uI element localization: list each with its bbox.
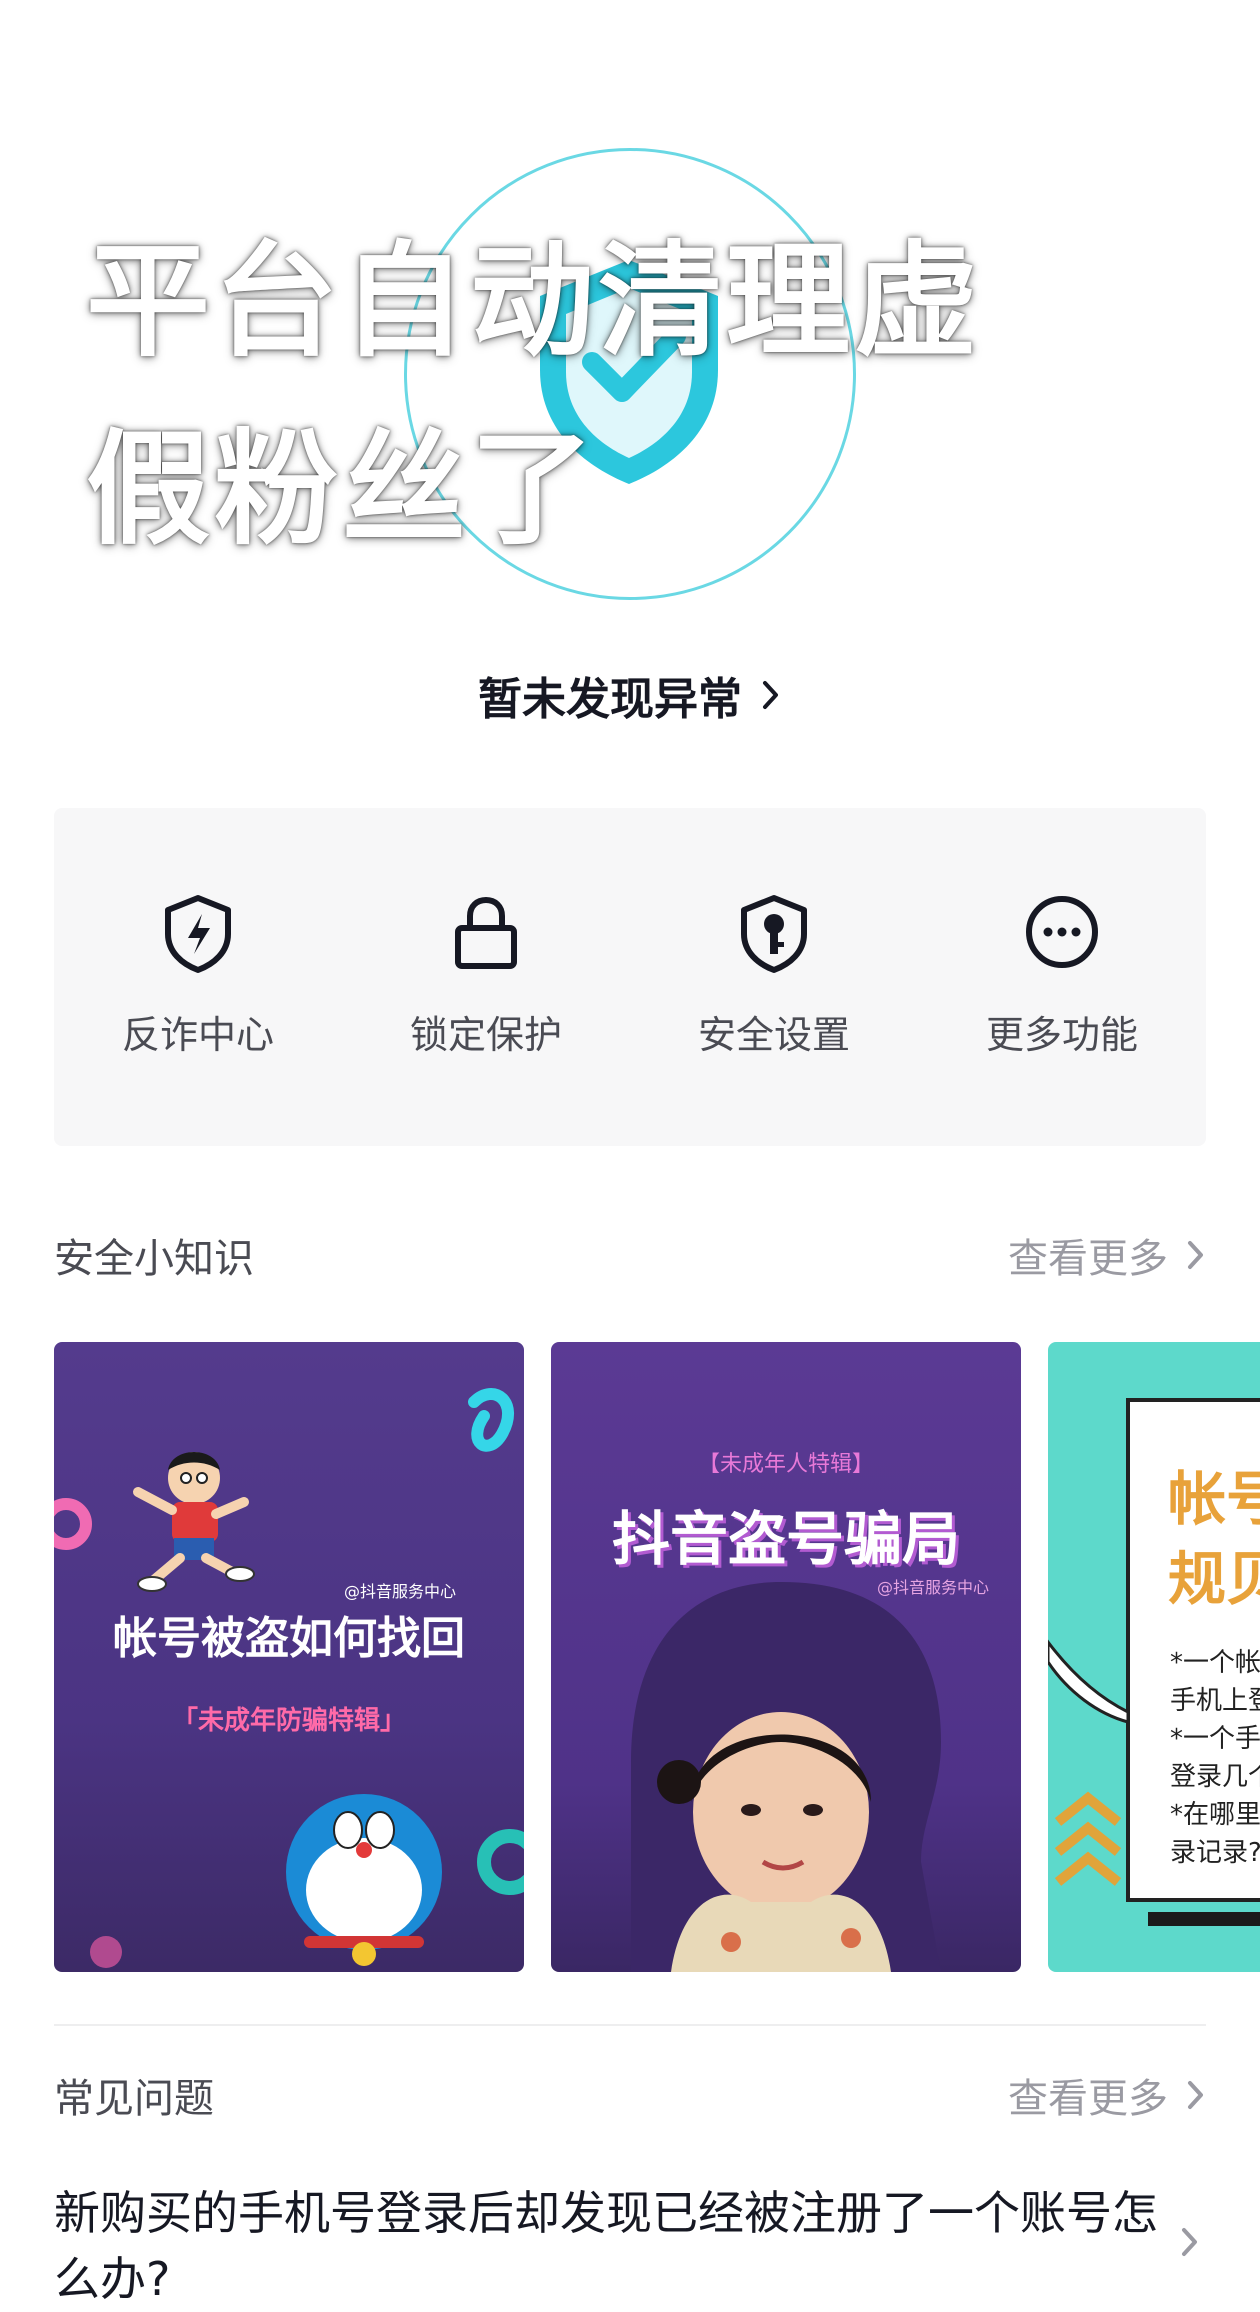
lock-icon [455, 896, 517, 969]
knowledge-card-partial[interactable]: 帐号 规贝 *一个帐 手机上登 *一个手 登录几个 *在哪里 录记录? [1048, 1342, 1260, 1972]
card-text-line: 登录几个 [1170, 1762, 1260, 1792]
key-shield-icon [741, 895, 807, 973]
card-text-line: 录记录? [1170, 1838, 1260, 1868]
knowledge-card-account-theft-scam[interactable]: 【未成年人特辑】 抖音盗号骗局 @抖音服务中心 [551, 1342, 1021, 1972]
chevron-right-icon [1188, 1241, 1203, 1269]
chevron-right-icon [763, 681, 778, 709]
knowledge-card-account-recovery[interactable]: @抖音服务中心 帐号被盗如何找回 「未成年防骗特辑」 [54, 1342, 524, 1972]
section-divider [54, 2024, 1206, 2026]
view-more-label: 查看更多 [1008, 2076, 1168, 2122]
lightning-shield-icon [165, 895, 231, 973]
card-text-line: *一个帐 [1170, 1648, 1260, 1678]
card-title-partial: 规贝 [1168, 1545, 1260, 1613]
status-text: 暂未发现异常 [478, 674, 742, 725]
quick-action-security-settings[interactable]: 安全设置 [630, 890, 918, 1059]
knowledge-view-more[interactable]: 查看更多 [1008, 1226, 1206, 1284]
card-illustration [631, 1582, 941, 1972]
quick-action-anti-fraud[interactable]: 反诈中心 [54, 890, 342, 1059]
section-title-faq: 常见问题 [54, 2076, 214, 2122]
card-title: 抖音盗号骗局 [611, 1505, 960, 1573]
overlay-caption-line2: 假粉丝了 [86, 418, 599, 562]
card-text-line: *一个手 [1170, 1724, 1260, 1754]
view-more-label: 查看更多 [1008, 1236, 1168, 1282]
card-subtitle: 「未成年防骗特辑」 [171, 1706, 406, 1736]
quick-action-lock[interactable]: 锁定保护 [342, 890, 630, 1059]
card-text-line: *在哪里 [1170, 1800, 1260, 1830]
card-text-line: 手机上登 [1170, 1686, 1260, 1716]
quick-action-label: 更多功能 [985, 1013, 1138, 1057]
chevron-right-icon [1182, 2228, 1197, 2256]
security-status[interactable]: 暂未发现异常 [0, 660, 1260, 730]
quick-actions-panel: 反诈中心 锁定保护 安全设置 更多功能 [54, 808, 1206, 1146]
quick-action-label: 反诈中心 [121, 1013, 274, 1057]
quick-action-label: 安全设置 [697, 1013, 850, 1057]
card-tag: 【未成年人特辑】 [697, 1452, 874, 1477]
more-dots-icon [1026, 896, 1098, 968]
card-source: @抖音服务中心 [877, 1578, 990, 1597]
overlay-caption-line1: 平台自动清理虚 [86, 230, 983, 374]
section-title-knowledge: 安全小知识 [54, 1236, 254, 1282]
card-title: 帐号被盗如何找回 [113, 1613, 465, 1664]
faq-question-item[interactable]: 新购买的手机号登录后却发现已经被注册了一个账号怎么办? [54, 2180, 1174, 2312]
quick-action-more[interactable]: 更多功能 [918, 890, 1206, 1059]
chevron-right-icon [1188, 2081, 1203, 2109]
card-title-partial: 帐号 [1168, 1465, 1260, 1533]
quick-action-label: 锁定保护 [409, 1013, 562, 1057]
card-source: @抖音服务中心 [344, 1582, 457, 1601]
faq-view-more[interactable]: 查看更多 [1008, 2066, 1206, 2124]
